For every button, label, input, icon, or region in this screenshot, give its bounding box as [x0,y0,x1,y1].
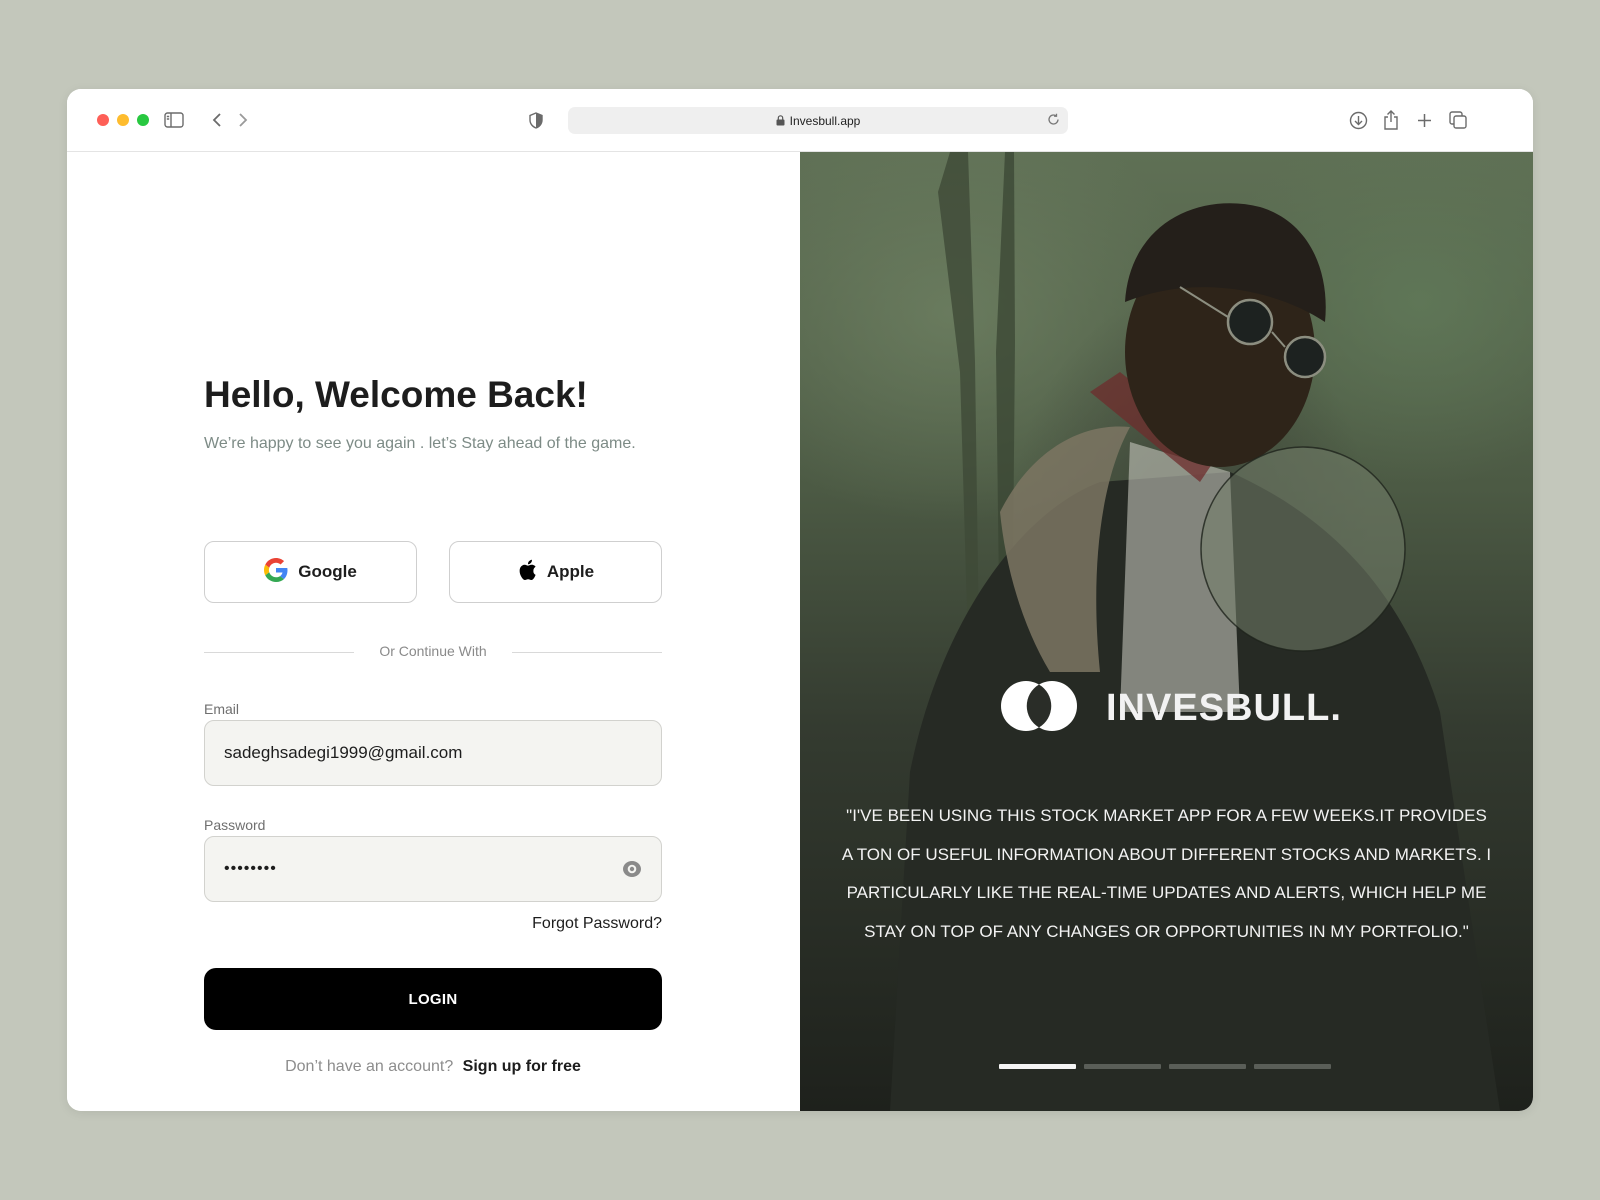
carousel-pager [999,1064,1331,1069]
signup-link[interactable]: Sign up for free [463,1058,581,1075]
new-tab-icon[interactable] [1411,107,1437,133]
pager-dot-4[interactable] [1254,1064,1331,1069]
apple-login-button[interactable]: Apple [449,541,662,603]
login-panel: Hello, Welcome Back! We’re happy to see … [67,152,800,1111]
browser-window: Invesbull.app Hello, Welcome Back! We’re… [67,89,1533,1111]
forward-icon[interactable] [230,107,256,133]
download-icon[interactable] [1345,107,1371,133]
promo-panel: INVESBULL. "I'VE BEEN USING THIS STOCK M… [800,152,1533,1111]
email-label: Email [204,701,240,717]
brand-logo-icon [1000,680,1078,737]
eye-icon[interactable] [622,859,642,879]
email-value: sadeghsadegi1999@gmail.com [224,743,463,762]
divider: Or Continue With [204,643,662,661]
divider-line-right [512,652,662,653]
apple-icon [517,558,537,587]
reload-icon[interactable] [1047,113,1060,126]
greeting-bold-text: Welcome Back! [315,374,588,415]
share-icon[interactable] [1378,107,1404,133]
address-bar[interactable]: Invesbull.app [568,107,1068,134]
divider-text: Or Continue With [379,643,487,659]
url-text: Invesbull.app [789,113,861,128]
page-title: Hello, Welcome Back! [204,374,588,416]
apple-label: Apple [546,562,595,581]
greeting-text: Hello, [204,374,305,415]
password-field[interactable]: •••••••• [204,836,662,902]
close-window-button[interactable] [97,114,109,126]
login-button[interactable]: LOGIN [204,968,662,1030]
subtitle: We’re happy to see you again . let’s Sta… [204,435,636,452]
lock-icon [776,115,785,126]
google-icon [264,557,288,587]
no-account-text: Don’t have an account? [285,1058,454,1075]
sidebar-icon[interactable] [161,107,187,133]
zoom-window-button[interactable] [137,114,149,126]
forgot-password-link[interactable]: Forgot Password? [532,915,662,933]
signup-row: Don’t have an account? Sign up for free [204,1058,662,1076]
google-label: Google [298,562,357,581]
browser-toolbar: Invesbull.app [67,89,1533,152]
shield-icon[interactable] [523,107,549,133]
email-field[interactable]: sadeghsadegi1999@gmail.com [204,720,662,786]
back-icon[interactable] [204,107,230,133]
pager-dot-2[interactable] [1084,1064,1161,1069]
brand-name: INVESBULL. [1106,687,1342,729]
testimonial-quote: "I'VE BEEN USING THIS STOCK MARKET APP F… [841,806,1492,941]
pager-dot-3[interactable] [1169,1064,1246,1069]
tabs-overview-icon[interactable] [1445,107,1471,133]
minimize-window-button[interactable] [117,114,129,126]
google-login-button[interactable]: Google [204,541,417,603]
brand-logo: INVESBULL. [1000,680,1342,737]
pager-dot-1[interactable] [999,1064,1076,1069]
password-value: •••••••• [224,860,277,877]
background-photo [890,152,1500,1111]
password-label: Password [204,817,266,833]
